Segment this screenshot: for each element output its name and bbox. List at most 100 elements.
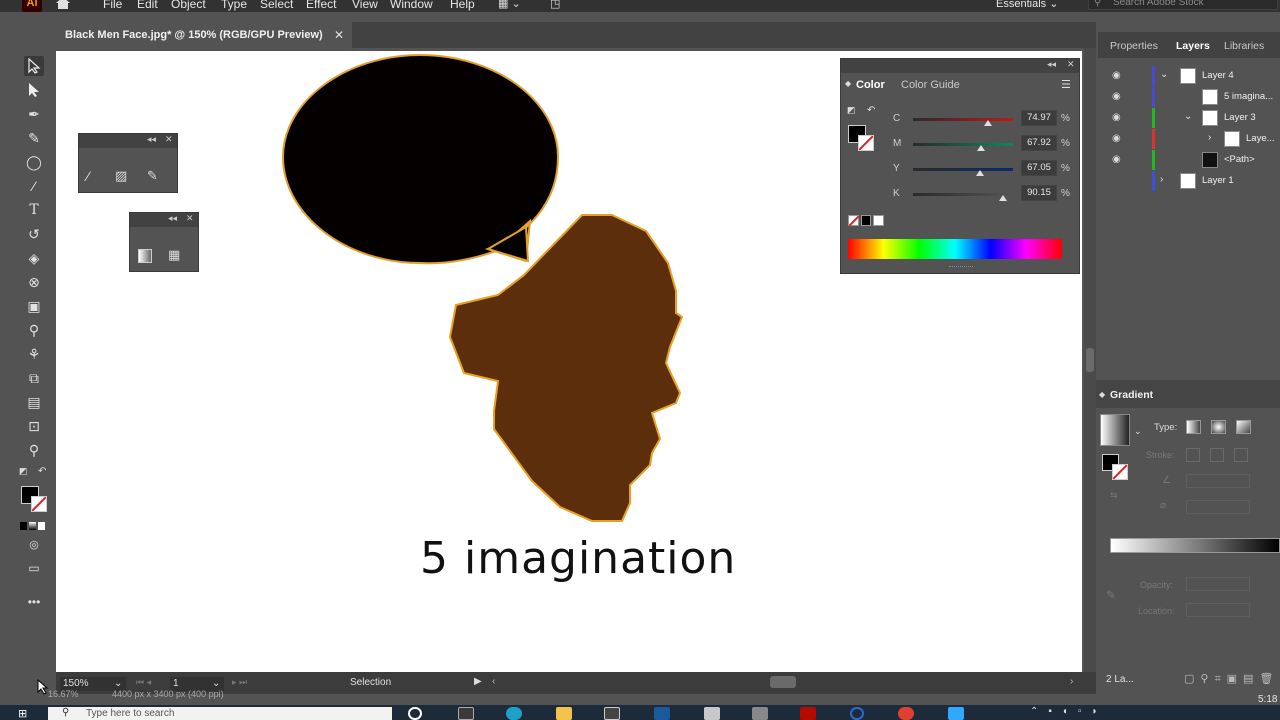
magenta-track[interactable]	[913, 143, 1013, 146]
magenta-slider[interactable]: M 67.92 %	[893, 135, 1083, 152]
expand-chevron-icon[interactable]: ⌄	[1160, 69, 1168, 80]
collapse-icon[interactable]: ◂◂	[168, 213, 177, 224]
cyan-slider[interactable]: C 74.97 %	[893, 110, 1083, 127]
yellow-thumb[interactable]	[976, 170, 985, 176]
opacity-field[interactable]	[1186, 577, 1250, 591]
magenta-value[interactable]: 67.92	[1021, 135, 1057, 151]
black-value[interactable]: 90.15	[1021, 185, 1057, 201]
color-panel-header[interactable]: ◂◂ ✕	[841, 59, 1079, 73]
radial-gradient-icon[interactable]	[1211, 420, 1226, 434]
gradient-mesh-panel-header[interactable]: ◂◂ ✕	[130, 213, 198, 227]
layer-name[interactable]: Layer 1	[1202, 175, 1234, 186]
close-icon[interactable]: ✕	[165, 134, 173, 145]
menu-view[interactable]: View	[352, 0, 378, 11]
pencil-icon[interactable]: ✎	[147, 168, 158, 184]
eyedropper-tool-icon[interactable]: ⚲	[24, 320, 44, 340]
gradient-preview[interactable]	[1100, 414, 1130, 446]
yellow-track[interactable]	[913, 168, 1013, 171]
gradient-stroke-swatch[interactable]	[1112, 464, 1128, 480]
gradient-slider[interactable]	[1110, 538, 1280, 553]
menu-help[interactable]: Help	[450, 0, 475, 11]
visibility-eye-icon[interactable]: ◉	[1112, 112, 1124, 124]
none-swatch[interactable]	[848, 215, 859, 226]
gradient-icon[interactable]	[138, 249, 152, 263]
gradient-tool-icon[interactable]: ▣	[24, 296, 44, 316]
layer-row[interactable]: ◉ ⌄ Layer 4	[1106, 66, 1280, 86]
scroll-right-icon[interactable]: ›	[1070, 676, 1073, 687]
eyedropper-icon[interactable]: ✎	[1106, 588, 1116, 602]
close-tab-icon[interactable]: ✕	[334, 22, 344, 48]
menu-window[interactable]: Window	[390, 0, 433, 11]
collapse-icon[interactable]: ◂◂	[1047, 59, 1056, 70]
location-field[interactable]	[1186, 603, 1250, 617]
app-icon[interactable]	[704, 707, 720, 720]
mesh-icon[interactable]: ▦	[168, 247, 180, 263]
default-colors-icon[interactable]: ◩	[19, 466, 31, 478]
visibility-eye-icon[interactable]: ◉	[1112, 133, 1124, 145]
artboard-nav-icons[interactable]: ⏮ ◂	[136, 677, 151, 688]
stroke-swatch[interactable]	[858, 135, 874, 151]
expand-chevron-icon[interactable]: ⌄	[1184, 111, 1192, 122]
close-icon[interactable]: ✕	[1067, 59, 1075, 70]
workspace-switcher[interactable]: Essentials ⌄	[996, 0, 1058, 10]
direct-selection-tool-icon[interactable]	[24, 80, 44, 100]
reverse-gradient-icon[interactable]: ⇆	[1110, 490, 1118, 501]
tab-color-guide[interactable]: Color Guide	[901, 79, 960, 91]
layer-name[interactable]: Layer 3	[1224, 112, 1256, 123]
menu-file[interactable]: File	[103, 0, 122, 11]
layer-row[interactable]: ◉ <Path>	[1106, 150, 1280, 170]
blend-tool-icon[interactable]: ⚘	[24, 344, 44, 364]
app-icon[interactable]	[850, 707, 864, 720]
arrange-documents-icon[interactable]: ▦ ⌄	[498, 0, 521, 10]
cyan-value[interactable]: 74.97	[1021, 110, 1057, 126]
yellow-value[interactable]: 67.05	[1021, 160, 1057, 176]
visibility-eye-icon[interactable]: ◉	[1112, 91, 1124, 103]
taskbar-search-input[interactable]: ⚲ Type here to search	[48, 707, 392, 720]
linear-gradient-icon[interactable]	[1186, 420, 1201, 434]
cyan-thumb[interactable]	[983, 120, 992, 126]
horizontal-scroll-thumb[interactable]	[770, 676, 796, 688]
selection-tool-icon[interactable]	[24, 56, 44, 76]
swap-colors-icon[interactable]: ↶	[867, 105, 877, 116]
chevron-down-icon[interactable]: ⌄	[1134, 426, 1142, 437]
visibility-eye-icon[interactable]: ◉	[1112, 154, 1124, 166]
more-tools-icon[interactable]: •••	[24, 592, 44, 612]
layer-name[interactable]: Layer 4	[1202, 70, 1234, 81]
chrome-icon[interactable]	[898, 707, 914, 720]
windows-start-icon[interactable]: ⊞	[18, 707, 27, 720]
pen-tool-icon[interactable]: ✒	[24, 104, 44, 124]
menu-edit[interactable]: Edit	[137, 0, 158, 11]
cortana-icon[interactable]	[408, 707, 422, 720]
collapse-icon[interactable]: ◂◂	[147, 134, 156, 145]
width-tool-icon[interactable]: ⊗	[24, 272, 44, 292]
home-icon[interactable]	[55, 0, 71, 10]
shape-builder-tool-icon[interactable]: ⧉	[24, 368, 44, 388]
brush-tools-panel-header[interactable]: ◂◂ ✕	[79, 134, 177, 148]
tab-layers[interactable]: Layers	[1176, 40, 1210, 52]
layer-row[interactable]: ◉ 5 imagina...	[1106, 87, 1280, 107]
screen-mode-icon[interactable]: ▭	[24, 558, 44, 578]
layer-name[interactable]: <Path>	[1224, 154, 1255, 165]
freeform-gradient-icon[interactable]	[1236, 420, 1251, 434]
acrobat-icon[interactable]	[800, 707, 816, 720]
panel-toggle-icon[interactable]: ◆	[845, 79, 851, 88]
cyan-track[interactable]	[913, 118, 1013, 121]
angle-field[interactable]	[1186, 474, 1250, 488]
layer-name[interactable]: 5 imagina...	[1224, 91, 1280, 102]
menu-type[interactable]: Type	[221, 0, 247, 11]
document-tab[interactable]: Black Men Face.jpg* @ 150% (RGB/GPU Prev…	[56, 22, 352, 48]
store-icon[interactable]	[604, 707, 620, 720]
artboard-nav-next-icons[interactable]: ▸ ⏭	[232, 677, 247, 688]
task-view-icon[interactable]	[458, 707, 474, 720]
black-swatch[interactable]	[860, 215, 872, 226]
color-mode-buttons[interactable]	[20, 522, 48, 530]
play-icon[interactable]: ▶	[474, 676, 482, 687]
layer-row[interactable]: ◉ › Laye...	[1106, 129, 1280, 149]
curvature-tool-icon[interactable]: ✎	[24, 128, 44, 148]
expand-chevron-icon[interactable]: ›	[1160, 174, 1163, 185]
gpu-icon[interactable]: ◳	[550, 0, 560, 10]
magenta-thumb[interactable]	[976, 145, 985, 151]
artboard-tool-icon[interactable]: ⊡	[24, 416, 44, 436]
scroll-left-icon[interactable]: ‹	[492, 676, 495, 687]
stroke-swatch[interactable]	[31, 496, 47, 512]
